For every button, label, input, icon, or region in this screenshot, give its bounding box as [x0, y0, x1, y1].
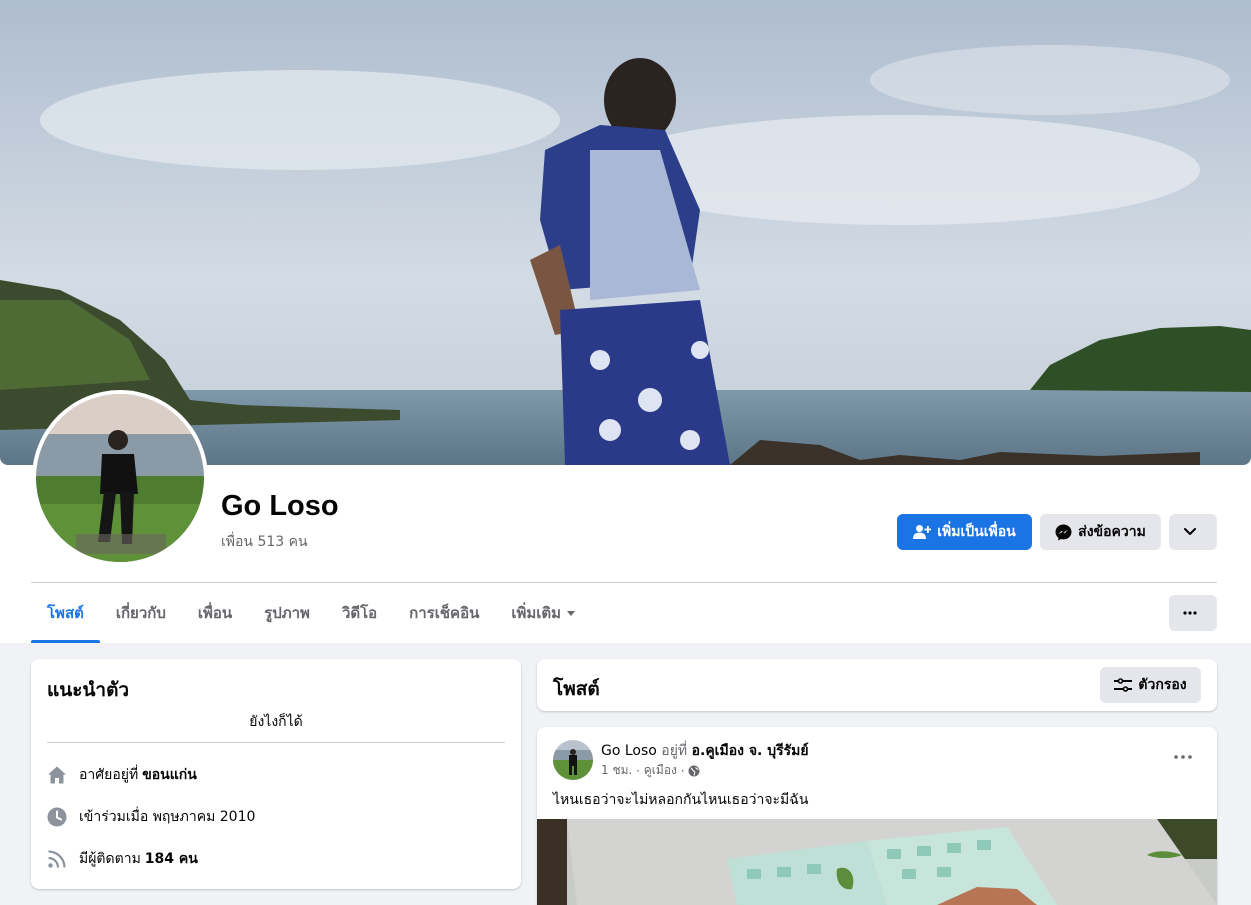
- intro-joined: เข้าร่วมเมื่อ พฤษภาคม 2010: [47, 806, 255, 828]
- messenger-icon: [1055, 524, 1072, 540]
- posts-header-card: โพสต์ ตัวกรอง: [537, 659, 1217, 711]
- tab-more[interactable]: เพิ่มเติม: [495, 583, 591, 643]
- profile-name: Go Loso: [221, 490, 339, 522]
- posts-title: โพสต์: [553, 678, 600, 700]
- meta-separator: ·: [676, 763, 689, 778]
- post-location[interactable]: อ.คูเมือง จ. บุรีรัมย์: [692, 743, 809, 759]
- profile-avatar[interactable]: [32, 390, 208, 566]
- intro-title: แนะนำตัว: [47, 679, 130, 701]
- filter-sliders-icon: [1114, 678, 1133, 692]
- chevron-down-icon: [1184, 528, 1196, 535]
- more-dots-icon: [1174, 755, 1192, 759]
- post-author-line: Go Loso อยู่ที่ อ.คูเมือง จ. บุรีรัมย์: [601, 740, 809, 762]
- post-time[interactable]: 1 ชม.: [601, 761, 632, 780]
- add-friend-label: เพิ่มเป็นเพื่อน: [937, 524, 1016, 540]
- post-author-avatar[interactable]: [553, 740, 593, 780]
- tab-checkins[interactable]: การเช็คอิน: [393, 583, 495, 643]
- message-button[interactable]: ส่งข้อความ: [1040, 514, 1161, 550]
- more-dots-icon: [1183, 611, 1197, 615]
- post-at-text: อยู่ที่: [661, 743, 688, 759]
- tabs-more-button[interactable]: [1169, 595, 1217, 631]
- tab-label: โพสต์: [47, 604, 84, 622]
- tab-label: รูปภาพ: [264, 604, 310, 622]
- profile-header: Go Loso เพื่อน 513 คน เพิ่มเป็นเพื่อน ส่…: [0, 0, 1251, 643]
- intro-divider: [47, 742, 505, 743]
- intro-followers-label: มีผู้ติดตาม: [79, 851, 141, 867]
- home-icon: [47, 765, 67, 785]
- tab-photos[interactable]: รูปภาพ: [248, 583, 326, 643]
- person-plus-icon: [913, 525, 932, 539]
- intro-lives-label: อาศัยอยู่ที่: [79, 767, 139, 783]
- tab-label: เพิ่มเติม: [511, 604, 562, 622]
- friend-count[interactable]: เพื่อน 513 คน: [221, 531, 308, 553]
- post-text: ไหนเธอว่าจะไม่หลอกกันไหนเธอว่าจะมีฉัน: [553, 792, 809, 808]
- globe-icon[interactable]: [688, 765, 700, 777]
- rss-icon: [47, 849, 67, 869]
- tab-videos[interactable]: วิดีโอ: [326, 583, 393, 643]
- tab-label: เกี่ยวกับ: [115, 604, 166, 622]
- profile-dropdown-button[interactable]: [1169, 514, 1217, 550]
- intro-lives-value[interactable]: ขอนแก่น: [142, 764, 197, 786]
- post-place[interactable]: คูเมือง: [644, 761, 677, 780]
- filter-button[interactable]: ตัวกรอง: [1100, 667, 1201, 703]
- post-author-name[interactable]: Go Loso: [601, 743, 657, 759]
- intro-card: แนะนำตัว ยังไงก็ได้ อาศัยอยู่ที่ ขอนแก่น…: [31, 659, 521, 889]
- filter-label: ตัวกรอง: [1138, 677, 1187, 693]
- tab-posts[interactable]: โพสต์: [31, 583, 100, 643]
- message-label: ส่งข้อความ: [1078, 524, 1146, 540]
- meta-separator: ·: [632, 763, 644, 778]
- intro-followers-value[interactable]: 184 คน: [145, 848, 198, 870]
- tab-about[interactable]: เกี่ยวกับ: [100, 583, 182, 643]
- post-meta: 1 ชม. · คูเมือง ·: [601, 761, 700, 780]
- post-card: Go Loso อยู่ที่ อ.คูเมือง จ. บุรีรัมย์ 1…: [537, 727, 1217, 905]
- tab-friends[interactable]: เพื่อน: [182, 583, 248, 643]
- profile-tabs: โพสต์ เกี่ยวกับ เพื่อน รูปภาพ วิดีโอ การ…: [31, 583, 591, 643]
- post-options-button[interactable]: [1169, 747, 1197, 767]
- tab-label: การเช็คอิน: [409, 604, 480, 622]
- add-friend-button[interactable]: เพิ่มเป็นเพื่อน: [897, 514, 1032, 550]
- clock-icon: [47, 807, 67, 827]
- caret-down-icon: [567, 610, 576, 616]
- intro-joined-text: เข้าร่วมเมื่อ พฤษภาคม 2010: [79, 809, 256, 825]
- tab-label: เพื่อน: [197, 604, 233, 622]
- intro-followers: มีผู้ติดตาม 184 คน: [47, 848, 198, 870]
- intro-lives: อาศัยอยู่ที่ ขอนแก่น: [47, 764, 197, 786]
- post-image[interactable]: [537, 819, 1217, 905]
- cover-photo[interactable]: [0, 0, 1251, 465]
- intro-bio: ยังไงก็ได้: [249, 714, 303, 730]
- tab-label: วิดีโอ: [341, 604, 378, 622]
